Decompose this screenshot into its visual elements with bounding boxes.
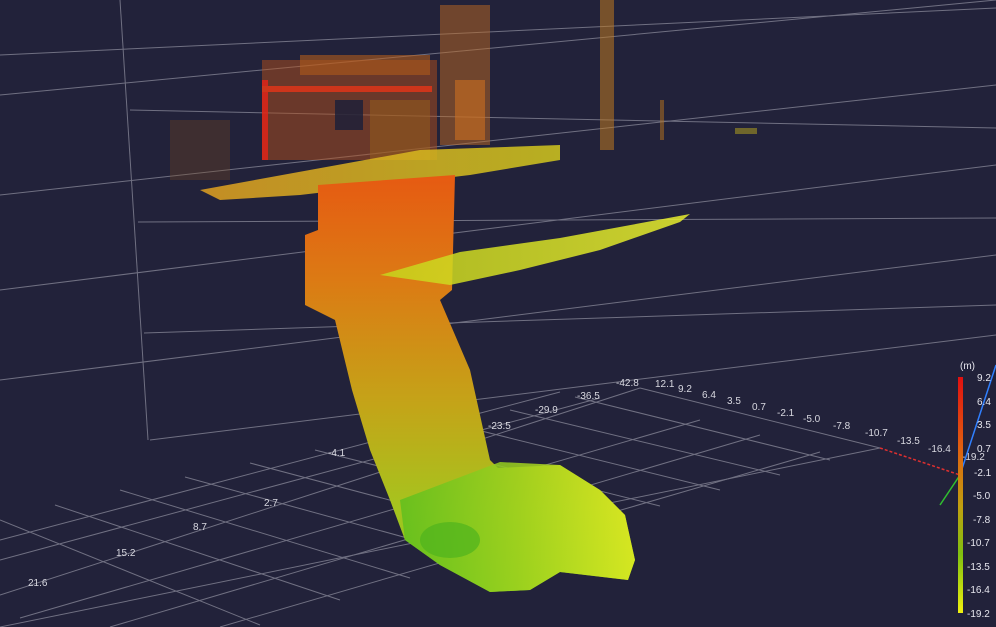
colorbar-tick: -7.8 xyxy=(973,515,991,526)
y-tick: -2.1 xyxy=(777,408,795,419)
colorbar-tick: 6.4 xyxy=(977,397,991,408)
y-tick: -7.8 xyxy=(833,421,851,432)
y-tick: 6.4 xyxy=(702,390,716,401)
x-tick: -23.5 xyxy=(488,421,511,432)
x-tick: 15.2 xyxy=(116,548,136,559)
y-tick: 0.7 xyxy=(752,402,766,413)
colorbar-tick: 0.7 xyxy=(977,444,991,455)
colorbar-tick: -10.7 xyxy=(967,538,990,549)
x-tick: -29.9 xyxy=(535,405,558,416)
y-tick: 3.5 xyxy=(727,396,741,407)
colorbar-tick: -16.4 xyxy=(967,585,990,596)
colorbar-tick: -19.2 xyxy=(967,609,990,620)
colorbar-tick: -5.0 xyxy=(973,491,991,502)
colorbar-tick: 3.5 xyxy=(977,420,991,431)
y-tick: 12.1 xyxy=(655,379,675,390)
x-tick: -4.1 xyxy=(328,448,346,459)
x-tick: -42.8 xyxy=(616,378,639,389)
x-tick: -36.5 xyxy=(577,391,600,402)
colorbar: (m) 9.2 6.4 3.5 0.7 -2.1 -5.0 -7.8 -10.7… xyxy=(958,361,992,620)
y-tick: -5.0 xyxy=(803,414,821,425)
y-tick: -13.5 xyxy=(897,436,920,447)
y-tick: -10.7 xyxy=(865,428,888,439)
x-tick: 2.7 xyxy=(264,498,278,509)
colorbar-unit: (m) xyxy=(960,361,975,372)
x-tick: 8.7 xyxy=(193,522,207,533)
y-tick: 9.2 xyxy=(678,384,692,395)
colorbar-tick: -13.5 xyxy=(967,562,990,573)
y-tick: -16.4 xyxy=(928,444,951,455)
colorbar-tick: -2.1 xyxy=(974,468,992,479)
colorbar-tick: 9.2 xyxy=(977,373,991,384)
x-tick: 21.6 xyxy=(28,578,48,589)
colorbar-gradient xyxy=(958,377,963,613)
axis-gizmo xyxy=(879,364,996,506)
3d-viewport[interactable]: -42.8 -36.5 -29.9 -23.5 -4.1 2.7 8.7 15.… xyxy=(0,0,996,627)
